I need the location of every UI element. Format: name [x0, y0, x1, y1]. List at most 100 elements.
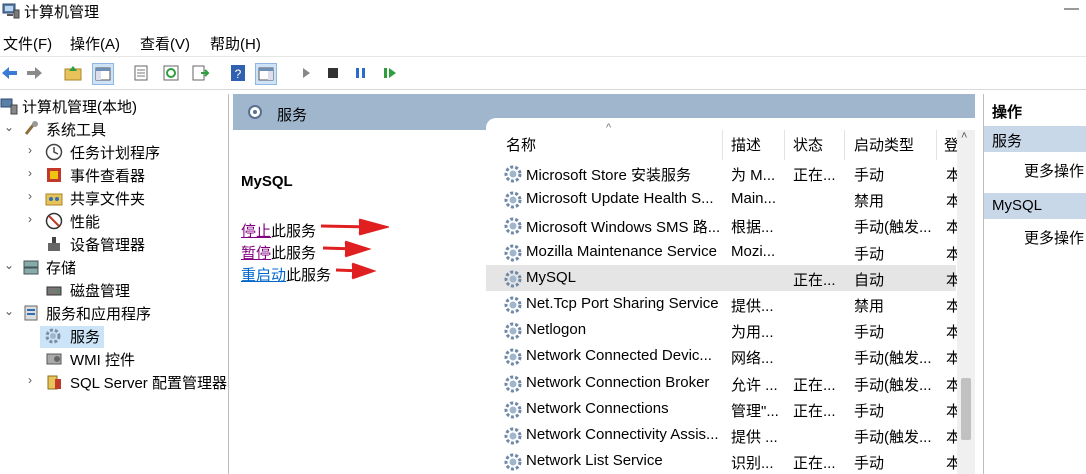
menu-bar: 文件(F) 操作(A) 查看(V) 帮助(H): [0, 30, 1086, 54]
service-row[interactable]: Microsoft Update Health S... Main... 禁用本: [486, 186, 960, 212]
service-row[interactable]: Microsoft Windows SMS 路... 根据... 手动(触发... 本: [486, 212, 960, 238]
expand-chevron-icon[interactable]: ›: [28, 212, 40, 226]
action-pane-title-text: 操作: [992, 104, 1023, 121]
tree-root[interactable]: 计算机管理(本地): [0, 96, 228, 118]
expand-chevron-icon[interactable]: ›: [28, 166, 40, 180]
collapse-chevron-icon[interactable]: ⌄: [4, 258, 16, 272]
service-row[interactable]: Network Connections 管理"... 正在... 手动本: [486, 396, 960, 422]
red-arrow-annotation: [335, 262, 376, 280]
tree-item-performance[interactable]: › 性能: [0, 211, 228, 233]
service-row[interactable]: Microsoft Store 安装服务为 M... 正在... 手动本: [486, 160, 960, 186]
service-row[interactable]: MySQL 正在... 自动本: [486, 264, 960, 291]
menu-action[interactable]: 操作(A): [70, 33, 120, 54]
service-gear-icon: [504, 427, 522, 445]
tree-item-services-apps[interactable]: ⌄ 服务和应用程序: [0, 303, 228, 325]
computer-management-icon: [2, 3, 20, 19]
service-row[interactable]: Network Connected Devic... 网络... 手动(触发... 本: [486, 343, 960, 369]
service-name: Microsoft Store 安装服务: [526, 167, 692, 184]
service-row[interactable]: Network Connectivity Assis... 提供 ... 手动(触发…: [486, 422, 960, 448]
service-gear-icon: [504, 401, 522, 419]
scrollbar-thumb[interactable]: [961, 378, 971, 440]
service-name: Microsoft Windows SMS 路...: [526, 219, 719, 237]
service-status: 正在...: [793, 271, 836, 289]
tree-item-services[interactable]: 服务: [40, 326, 106, 348]
column-separator[interactable]: [784, 130, 785, 160]
service-name: MySQL: [526, 268, 577, 286]
action-section-services[interactable]: 服务: [984, 126, 1086, 152]
up-folder-icon[interactable]: [63, 63, 83, 83]
resume-service-icon[interactable]: [380, 63, 400, 83]
pane-title: 服务: [277, 107, 308, 124]
action-suffix: 此服务: [271, 223, 317, 240]
column-separator[interactable]: [844, 130, 845, 160]
more-actions-mysql[interactable]: 更多操作: [1024, 227, 1084, 248]
service-status: 正在...: [793, 376, 836, 394]
tree-item-task-scheduler[interactable]: › 任务计划程序: [0, 142, 228, 164]
expand-chevron-icon[interactable]: ›: [28, 189, 40, 203]
help-icon[interactable]: ?: [228, 63, 248, 83]
service-gear-icon: [504, 348, 522, 366]
forward-arrow-icon[interactable]: [24, 63, 44, 83]
properties-icon[interactable]: [131, 63, 151, 83]
tree-item-device-manager[interactable]: 设备管理器: [0, 234, 228, 256]
services-apps-icon: [24, 305, 38, 321]
service-row[interactable]: Network Connection Broker 允许 ... 正在... 手动(触…: [486, 370, 960, 396]
show-hide-tree-icon[interactable]: [92, 63, 114, 85]
service-name: Network Connected Devic...: [526, 347, 712, 365]
tree-item-wmi[interactable]: WMI 控件: [0, 349, 228, 371]
back-arrow-icon[interactable]: [0, 63, 20, 83]
column-description[interactable]: 描述: [731, 134, 761, 155]
expand-chevron-icon[interactable]: ›: [28, 373, 40, 387]
window-title: 计算机管理: [24, 4, 100, 21]
stop-service-icon[interactable]: [323, 63, 343, 83]
scroll-up-arrow-icon[interactable]: ˄: [961, 130, 967, 142]
minimize-button[interactable]: —: [1064, 0, 1079, 17]
refresh-icon[interactable]: [161, 63, 181, 83]
tree-label: 性能: [70, 214, 101, 231]
expand-chevron-icon[interactable]: ›: [28, 143, 40, 157]
service-gear-icon: [504, 375, 522, 393]
red-arrow-annotation: [322, 240, 371, 258]
pause-service-link[interactable]: 暂停: [241, 245, 271, 262]
service-description: Main...: [731, 190, 777, 208]
service-gear-icon: [504, 165, 522, 183]
tree-item-sql-server-config[interactable]: › SQL Server 配置管理器: [0, 372, 228, 394]
menu-help[interactable]: 帮助(H): [210, 33, 261, 54]
column-status[interactable]: 状态: [793, 134, 823, 155]
pause-service-icon[interactable]: [351, 63, 371, 83]
service-row[interactable]: Netlogon 为用... 手动本: [486, 317, 960, 343]
column-header-row: 名称 ^ 描述 状态 启动类型 登: [486, 122, 975, 160]
column-separator[interactable]: [936, 130, 937, 160]
tree-item-system-tools[interactable]: ⌄ 系统工具: [0, 119, 228, 141]
service-description: 网络...: [731, 350, 774, 368]
menu-view[interactable]: 查看(V): [140, 33, 190, 54]
column-name[interactable]: 名称: [506, 134, 536, 155]
service-row[interactable]: Mozilla Maintenance Service Mozi... 手动本: [486, 239, 960, 265]
column-separator[interactable]: [722, 130, 723, 160]
service-name: Network Connection Broker: [526, 373, 710, 391]
tree-item-event-viewer[interactable]: › 事件查看器: [0, 165, 228, 187]
service-description: 识别...: [731, 455, 774, 473]
collapse-chevron-icon[interactable]: ⌄: [4, 304, 16, 318]
tree-label: 服务和应用程序: [46, 306, 152, 323]
tree-label: 服务: [70, 329, 101, 346]
restart-service-link[interactable]: 重启动: [241, 267, 286, 284]
collapse-chevron-icon[interactable]: ⌄: [4, 120, 16, 134]
action-section-mysql[interactable]: MySQL: [984, 193, 1086, 219]
tree-label: 磁盘管理: [70, 283, 131, 300]
service-row[interactable]: Net.Tcp Port Sharing Service 提供... 禁用本: [486, 291, 960, 317]
column-startup-type[interactable]: 启动类型: [854, 134, 914, 155]
service-description: 管理"...: [731, 402, 779, 420]
start-service-icon[interactable]: [296, 63, 316, 83]
stop-service-link[interactable]: 停止: [241, 223, 271, 240]
tree-item-shared-folders[interactable]: › 共享文件夹: [0, 188, 228, 210]
more-actions-services[interactable]: 更多操作: [1024, 160, 1084, 181]
service-status: 正在...: [793, 167, 836, 184]
menu-file[interactable]: 文件(F): [3, 33, 52, 54]
service-description: 提供 ...: [731, 429, 778, 446]
service-row[interactable]: Network List Service 识别... 正在... 手动本: [486, 448, 960, 474]
export-list-icon[interactable]: [190, 63, 210, 83]
tree-item-disk-management[interactable]: 磁盘管理: [0, 280, 228, 302]
tree-item-storage[interactable]: ⌄ 存储: [0, 257, 228, 279]
show-hide-action-pane-icon[interactable]: [255, 63, 277, 85]
